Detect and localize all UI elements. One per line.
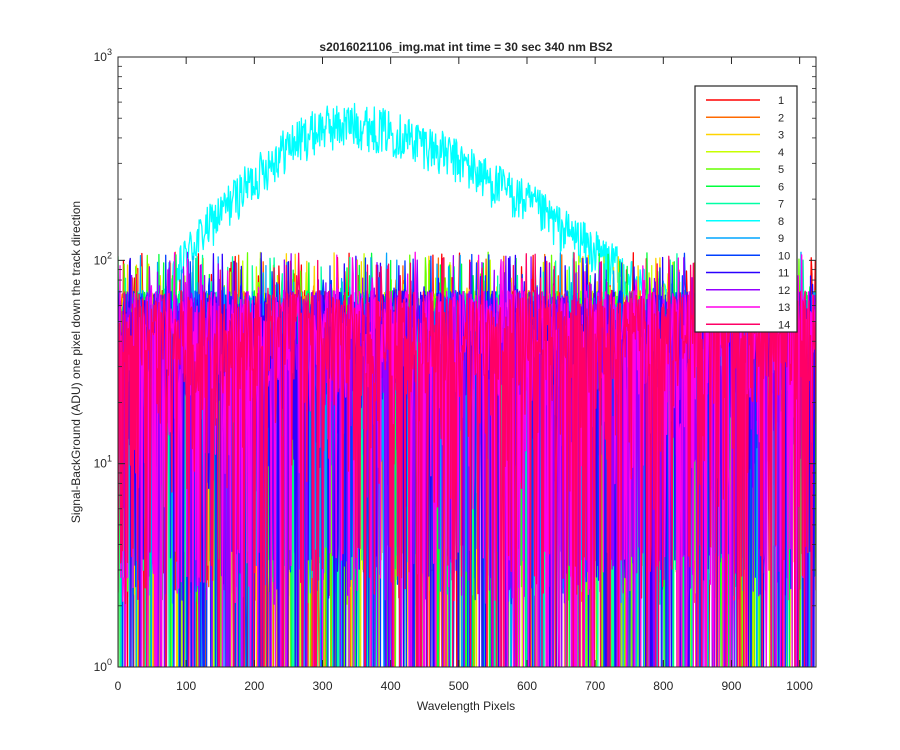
chart-figure: s2016021106_img.mat int time = 30 sec 34… [0,0,900,750]
legend-label-11: 11 [778,268,789,280]
legend-label-7: 7 [778,199,784,211]
x-tick-label: 600 [517,679,537,693]
legend-label-6: 6 [778,181,784,193]
x-tick-label: 200 [244,679,264,693]
legend-label-2: 2 [778,112,784,124]
legend-label-9: 9 [778,233,784,245]
legend-label-13: 13 [778,302,790,314]
x-axis-label: Wavelength Pixels [417,699,515,713]
legend-label-8: 8 [778,216,784,228]
legend-label-14: 14 [778,319,790,331]
legend-label-4: 4 [778,147,784,159]
legend-label-12: 12 [778,285,790,297]
legend-label-3: 3 [778,130,784,142]
x-tick-label: 700 [585,679,605,693]
y-axis-label: Signal-BackGround (ADU) one pixel down t… [69,201,83,523]
chart-title: s2016021106_img.mat int time = 30 sec 34… [319,40,613,54]
x-tick-label: 500 [449,679,469,693]
x-tick-label: 400 [381,679,401,693]
legend-label-10: 10 [778,250,790,262]
x-tick-label: 800 [653,679,673,693]
legend: 1234567891011121314 [694,85,798,333]
x-tick-label: 900 [721,679,741,693]
x-tick-label: 0 [115,679,122,693]
x-tick-label: 1000 [786,679,813,693]
x-tick-label: 300 [312,679,332,693]
legend-label-1: 1 [778,95,784,107]
legend-label-5: 5 [778,164,784,176]
x-tick-label: 100 [176,679,196,693]
